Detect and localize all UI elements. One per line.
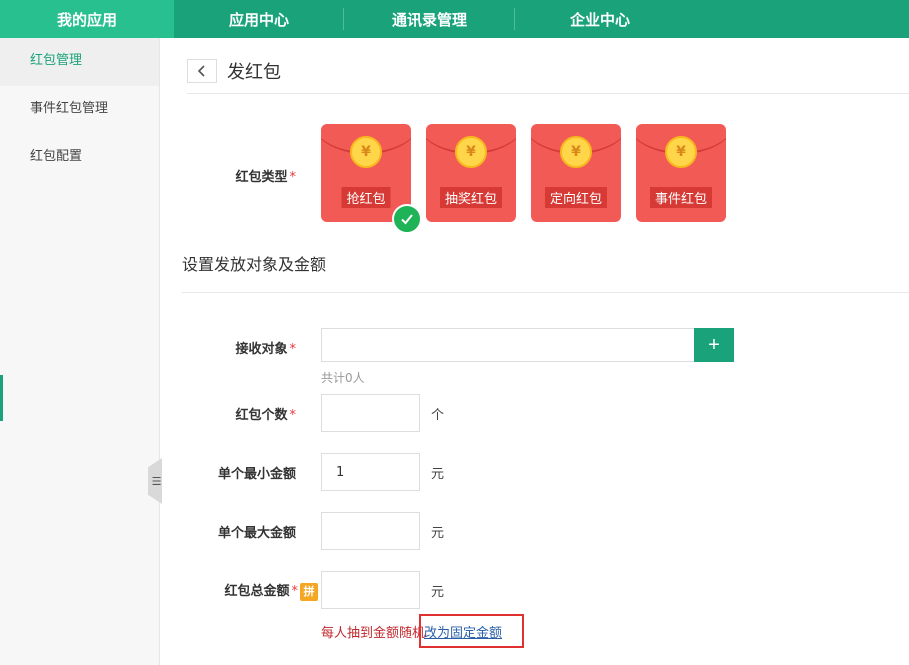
coin-icon: ¥ — [350, 136, 382, 168]
total-amount-input[interactable] — [321, 571, 420, 609]
required-mark: * — [289, 408, 297, 423]
yen-symbol: ¥ — [571, 144, 581, 160]
label-text: 红包个数 — [235, 408, 288, 423]
packet-option-lottery[interactable]: ¥ 抽奖红包 — [426, 124, 516, 222]
pinyin-input-icon: 拼 — [300, 582, 318, 601]
receiver-count: 共计0人 — [321, 371, 365, 385]
page-header: 发红包 — [187, 58, 281, 84]
tab-label: 我的应用 — [56, 10, 117, 29]
add-receiver-button[interactable]: + — [694, 328, 734, 362]
label-text: 接收对象 — [235, 342, 288, 357]
yen-symbol: ¥ — [676, 144, 686, 160]
packet-option-targeted[interactable]: ¥ 定向红包 — [531, 124, 621, 222]
receiver-input[interactable] — [321, 328, 695, 362]
count-input[interactable] — [321, 394, 420, 432]
coin-icon: ¥ — [665, 136, 697, 168]
tab-contacts[interactable]: 通讯录管理 — [344, 0, 515, 38]
tab-label: 企业中心 — [569, 10, 630, 29]
label-text: 红包类型 — [235, 170, 288, 185]
receiver-label: 接收对象 * — [192, 338, 296, 357]
random-amount-note: 每人抽到金额随机 — [321, 626, 426, 641]
sidebar-active-marker — [0, 375, 3, 421]
back-button[interactable] — [187, 59, 217, 83]
checkmark-icon — [401, 214, 413, 225]
required-mark: * — [291, 584, 299, 599]
total-amount-unit: 元 — [431, 585, 445, 600]
menu-icon: ☰ — [151, 474, 162, 488]
main-content: 发红包 红包类型 * ¥ 抢红包 ¥ 抽奖红包 ¥ 定向红包 ¥ 事件红包 设置发… — [162, 38, 909, 665]
packet-type-label: 红包类型 * — [192, 166, 296, 185]
count-label: 红包个数 * — [192, 404, 296, 423]
section-title: 设置发放对象及金额 — [182, 255, 327, 274]
sidebar-item-event-packet-management[interactable]: 事件红包管理 — [0, 86, 159, 134]
max-amount-unit: 元 — [431, 526, 445, 541]
tab-my-apps[interactable]: 我的应用 — [0, 0, 174, 38]
page-title: 发红包 — [227, 62, 281, 83]
total-amount-label: 红包总金额 * 拼 — [192, 580, 318, 601]
label-text: 红包总金额 — [224, 584, 290, 599]
packet-option-event[interactable]: ¥ 事件红包 — [636, 124, 726, 222]
sidebar-item-packet-management[interactable]: 红包管理 — [0, 38, 159, 86]
divider — [182, 292, 909, 293]
min-amount-label: 单个最小金额 — [217, 467, 296, 482]
top-nav: 我的应用 应用中心 通讯录管理 企业中心 — [0, 0, 909, 38]
yen-symbol: ¥ — [361, 144, 371, 160]
count-unit: 个 — [431, 408, 445, 423]
sidebar: 红包管理 事件红包管理 红包配置 — [0, 38, 160, 665]
tab-app-center[interactable]: 应用中心 — [174, 0, 344, 38]
required-mark: * — [289, 170, 297, 185]
yen-symbol: ¥ — [466, 144, 476, 160]
packet-name: 事件红包 — [649, 187, 713, 208]
tab-label: 通讯录管理 — [391, 10, 467, 29]
divider — [187, 93, 909, 94]
coin-icon: ¥ — [560, 136, 592, 168]
max-amount-input[interactable] — [321, 512, 420, 550]
packet-type-options: ¥ 抢红包 ¥ 抽奖红包 ¥ 定向红包 ¥ 事件红包 — [321, 124, 726, 222]
min-amount-input[interactable] — [321, 453, 420, 491]
max-amount-label: 单个最大金额 — [217, 526, 296, 541]
packet-name: 抢红包 — [341, 187, 391, 208]
tab-label: 应用中心 — [228, 10, 289, 29]
required-mark: * — [289, 342, 297, 357]
packet-name: 定向红包 — [544, 187, 608, 208]
chevron-left-icon — [197, 65, 205, 77]
coin-icon: ¥ — [455, 136, 487, 168]
tab-enterprise-center[interactable]: 企业中心 — [515, 0, 685, 38]
min-amount-unit: 元 — [431, 467, 445, 482]
packet-name: 抽奖红包 — [439, 187, 503, 208]
switch-to-fixed-amount-link[interactable]: 改为固定金额 — [424, 622, 502, 641]
selected-check-icon — [392, 204, 422, 234]
sidebar-item-packet-config[interactable]: 红包配置 — [0, 134, 159, 182]
